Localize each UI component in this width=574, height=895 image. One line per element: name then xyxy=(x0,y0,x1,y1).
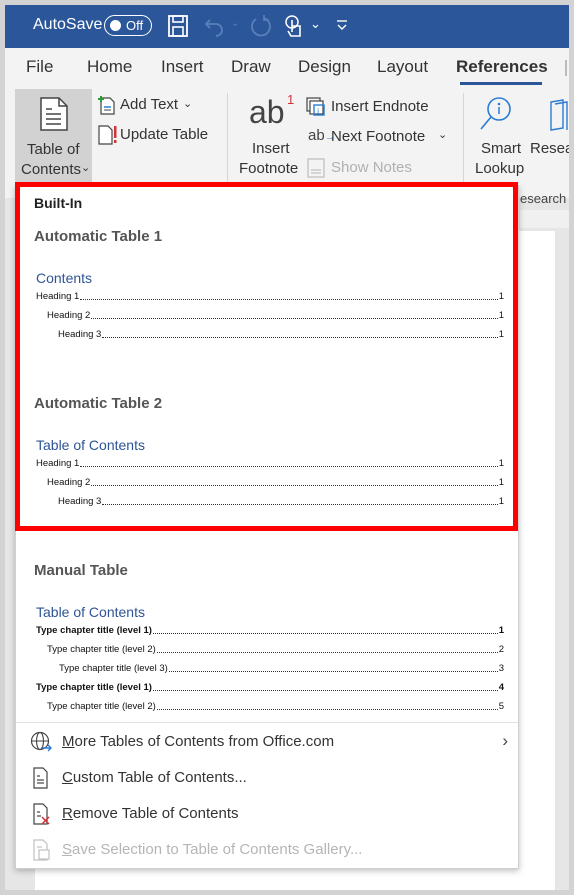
tab-design[interactable]: Design xyxy=(298,57,351,77)
tab-layout[interactable]: Layout xyxy=(377,57,428,77)
custom-toc-icon xyxy=(33,767,48,789)
research-group-label: esearch xyxy=(520,191,567,206)
ribbon-tabs: File Home Insert Draw Design Layout Refe… xyxy=(5,48,569,88)
gallery-item-automatic-table-1[interactable]: Automatic Table 1 Contents Heading 11 He… xyxy=(16,216,518,356)
toc-preview-entry: Type chapter title (level 2) 2 xyxy=(47,644,504,655)
show-notes-icon xyxy=(307,158,325,178)
smart-lookup-icon xyxy=(480,97,511,130)
smart-lookup-button[interactable]: Smart Lookup xyxy=(471,88,527,183)
chevron-right-icon: › xyxy=(502,731,508,750)
footnote-ab-icon: ab xyxy=(249,94,285,130)
tab-overflow xyxy=(565,60,567,76)
toc-preview-entry: Heading 11 xyxy=(36,458,504,469)
toc-preview-entry: Type chapter title (level 2) 5 xyxy=(47,701,504,712)
smart-lookup-line1: Smart xyxy=(481,140,522,157)
word-window: AutoSave Off ⌄ ⌄ File Home Insert Draw D… xyxy=(5,5,569,890)
tab-references[interactable]: References xyxy=(456,57,548,77)
toc-preview-entry: Heading 31 xyxy=(58,496,504,507)
menu-separator xyxy=(16,722,518,723)
toc-document-icon xyxy=(40,97,68,131)
undo-dropdown-icon[interactable]: ⌄ xyxy=(231,18,239,29)
toc-label-line1: Table of xyxy=(27,141,80,158)
toc-preview-heading: Contents xyxy=(36,270,93,286)
menu-item-label: More Tables of Contents from Office.com xyxy=(62,733,335,750)
gallery-title: Manual Table xyxy=(34,562,128,579)
toc-dropdown-menu: Built-In Automatic Table 1 Contents Head… xyxy=(15,185,519,869)
insert-footnote-button[interactable]: ab 1 Insert Footnote xyxy=(235,88,303,183)
researcher-icon xyxy=(550,99,568,131)
vertical-ruler-corner xyxy=(520,210,569,228)
active-tab-indicator xyxy=(460,82,542,85)
autosave-label: AutoSave xyxy=(33,16,103,33)
redo-icon[interactable] xyxy=(250,14,272,38)
menu-item-remove-toc[interactable]: Remove Table of Contents xyxy=(16,796,518,832)
toc-preview-entry: Heading 11 xyxy=(36,291,504,302)
add-text-button[interactable]: Add Text xyxy=(120,96,178,113)
undo-icon[interactable] xyxy=(204,14,226,38)
table-of-contents-button[interactable]: Table of Contents ⌄ xyxy=(15,89,92,182)
menu-item-label: Custom Table of Contents... xyxy=(62,769,247,786)
researcher-label: Resea xyxy=(530,140,569,157)
researcher-button[interactable]: Resea xyxy=(527,88,569,158)
insert-footnote-line2: Footnote xyxy=(239,160,299,177)
menu-item-save-selection-to-gallery[interactable]: Save Selection to Table of Contents Gall… xyxy=(16,832,518,868)
tab-draw[interactable]: Draw xyxy=(231,57,271,77)
globe-icon xyxy=(30,731,52,752)
ribbon: Table of Contents ⌄ Add Text ⌄ Update Ta… xyxy=(5,88,569,188)
autosave-state: Off xyxy=(126,18,144,33)
group-separator xyxy=(463,93,464,183)
add-text-dropdown-icon[interactable]: ⌄ xyxy=(183,97,192,110)
next-footnote-button[interactable]: Next Footnote xyxy=(331,128,425,145)
insert-endnote-icon: i xyxy=(306,97,325,116)
toc-preview-entry: Type chapter title (level 3) 3 xyxy=(59,663,504,674)
toc-label-line2: Contents xyxy=(21,161,82,178)
smart-lookup-line2: Lookup xyxy=(475,160,525,177)
toc-preview-heading: Table of Contents xyxy=(36,604,145,620)
section-header-built-in: Built-In xyxy=(34,195,83,211)
gallery-title: Automatic Table 1 xyxy=(34,228,163,245)
toggle-knob xyxy=(110,20,121,31)
toc-preview-entry: Heading 31 xyxy=(58,329,504,340)
svg-text:i: i xyxy=(317,107,319,116)
toc-preview-entry: Heading 21 xyxy=(47,477,504,488)
customize-qat-icon[interactable] xyxy=(336,19,348,33)
toc-dropdown-icon: ⌄ xyxy=(81,162,91,174)
save-icon[interactable] xyxy=(167,14,189,38)
touch-dropdown-icon[interactable]: ⌄ xyxy=(310,16,321,32)
footnote-superscript-icon: 1 xyxy=(287,92,295,107)
next-footnote-dropdown-icon[interactable]: ⌄ xyxy=(438,128,447,141)
insert-endnote-button[interactable]: Insert Endnote xyxy=(331,98,429,115)
toc-preview-entry: Type chapter title (level 1) 4 xyxy=(36,682,504,693)
update-table-icon xyxy=(98,125,117,145)
toc-preview-heading: Table of Contents xyxy=(36,437,145,453)
toc-preview-entry: Type chapter title (level 1) 1 xyxy=(36,625,504,636)
remove-toc-icon xyxy=(33,803,50,825)
title-bar: AutoSave Off ⌄ ⌄ xyxy=(5,5,569,48)
tab-insert[interactable]: Insert xyxy=(161,57,204,77)
insert-footnote-line1: Insert xyxy=(252,140,290,157)
tab-home[interactable]: Home xyxy=(87,57,132,77)
menu-item-more-tocs-office[interactable]: More Tables of Contents from Office.com … xyxy=(16,724,518,760)
add-text-icon xyxy=(98,96,115,115)
menu-item-custom-toc[interactable]: Custom Table of Contents... xyxy=(16,760,518,796)
tab-file[interactable]: File xyxy=(26,57,53,77)
update-table-button[interactable]: Update Table xyxy=(120,126,208,143)
autosave-toggle[interactable]: Off xyxy=(104,15,152,36)
menu-item-label: Save Selection to Table of Contents Gall… xyxy=(62,841,363,858)
menu-item-label: Remove Table of Contents xyxy=(62,805,239,822)
save-selection-icon xyxy=(33,839,50,861)
show-notes-button[interactable]: Show Notes xyxy=(331,159,412,176)
gallery-title: Automatic Table 2 xyxy=(34,395,163,412)
group-separator xyxy=(227,93,228,183)
toc-preview-entry: Heading 21 xyxy=(47,310,504,321)
gallery-item-automatic-table-2[interactable]: Automatic Table 2 Table of Contents Head… xyxy=(16,383,518,523)
gallery-item-manual-table[interactable]: Manual Table Table of Contents Type chap… xyxy=(16,550,518,720)
touch-mode-icon[interactable] xyxy=(283,14,305,40)
